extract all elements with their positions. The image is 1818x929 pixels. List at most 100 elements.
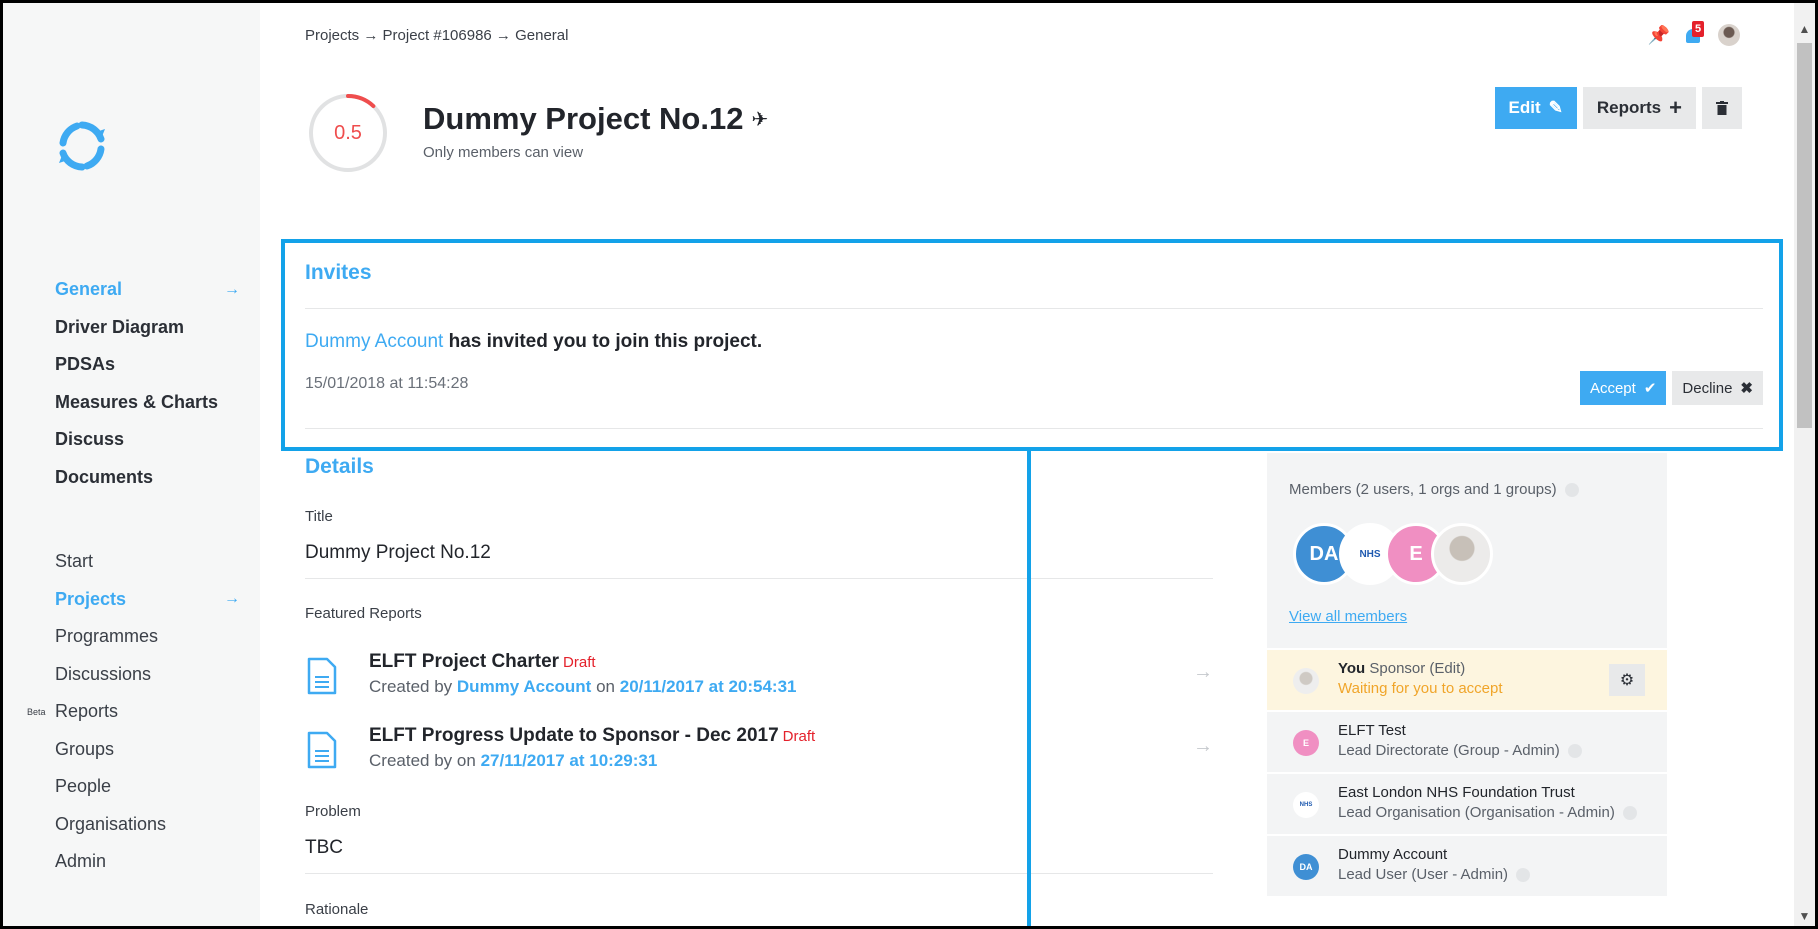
reports-button[interactable]: Reports + — [1582, 87, 1696, 129]
member-status: Waiting for you to accept — [1338, 680, 1503, 697]
member-name: Dummy Account — [1338, 846, 1448, 863]
sidebar-item-discuss[interactable]: Discuss — [55, 421, 240, 459]
scrollbar-thumb[interactable] — [1797, 43, 1812, 428]
title-value: Dummy Project No.12 — [305, 542, 491, 563]
sidebar-item-groups[interactable]: Groups — [55, 731, 240, 769]
delete-button[interactable] — [1702, 87, 1742, 129]
invite-date: 15/01/2018 at 11:54:28 — [305, 375, 469, 392]
reports-button-label: Reports — [1596, 98, 1662, 117]
report-item[interactable]: ELFT Progress Update to Sponsor - Dec 20… — [305, 725, 1213, 781]
close-icon: ✖ — [1740, 380, 1753, 397]
sidebar-item-reports[interactable]: Beta Reports — [27, 693, 240, 731]
sidebar-item-organisations[interactable]: Organisations — [55, 806, 240, 844]
sidebar-item-people[interactable]: People — [55, 768, 240, 806]
nhs-logo-text: NHS — [1359, 548, 1381, 560]
beta-badge: Beta — [27, 706, 46, 717]
members-header: Members (2 users, 1 orgs and 1 groups) — [1289, 481, 1579, 498]
sidebar-item-label: Programmes — [55, 626, 159, 647]
report-item[interactable]: ELFT Project Charter Draft Created by Dum… — [305, 651, 1213, 707]
sidebar-item-label: Organisations — [55, 813, 167, 834]
report-meta: Created by Dummy Account on 20/11/2017 a… — [369, 677, 797, 697]
user-avatar[interactable] — [1718, 24, 1740, 46]
report-title-text: ELFT Progress Update to Sponsor - Dec 20… — [369, 725, 779, 746]
rationale-label: Rationale — [305, 901, 369, 918]
featured-reports-label: Featured Reports — [305, 605, 422, 622]
nhs-logo-avatar: NHS — [1293, 792, 1319, 818]
accept-button[interactable]: Accept ✔ — [1579, 371, 1667, 405]
notifications-bell-icon[interactable]: 5 — [1684, 21, 1704, 47]
sidebar: General → Driver Diagram PDSAs Measures … — [3, 3, 260, 926]
on-text: on — [596, 677, 616, 696]
check-icon: ✔ — [1643, 380, 1657, 397]
sidebar-item-label: Groups — [55, 738, 115, 759]
scroll-down-icon[interactable]: ▼ — [1794, 906, 1815, 926]
invite-actions: Accept ✔ Decline ✖ — [1579, 371, 1763, 405]
edit-button[interactable]: Edit ✎ — [1494, 87, 1577, 129]
page-actions: Edit ✎ Reports + — [1494, 87, 1742, 129]
sidebar-item-projects[interactable]: Projects → — [55, 581, 240, 619]
breadcrumb[interactable]: Projects → Project #106986 → General — [305, 27, 568, 44]
report-date: 20/11/2017 at 20:54:31 — [619, 677, 797, 696]
members-summary: Members (2 users, 1 orgs and 1 groups) D… — [1267, 453, 1667, 648]
sidebar-item-general[interactable]: General → — [55, 271, 240, 309]
member-name-text: You — [1338, 660, 1366, 677]
sidebar-item-start[interactable]: Start — [55, 543, 240, 581]
page-title: Dummy Project No.12 ✈ — [423, 101, 768, 137]
project-title-text: Dummy Project No.12 — [423, 101, 744, 136]
view-all-members-link[interactable]: View all members — [1289, 608, 1407, 625]
invites-panel: Invites Dummy Account has invited you to… — [281, 239, 1783, 451]
report-title: ELFT Progress Update to Sponsor - Dec 20… — [369, 725, 815, 747]
document-icon — [307, 657, 337, 695]
sidebar-item-label: Projects — [55, 588, 127, 609]
member-role: Sponsor (Edit) — [1369, 660, 1466, 677]
sidebar-item-pdsas[interactable]: PDSAs — [55, 346, 240, 384]
divider — [305, 578, 1213, 579]
report-date: 27/11/2017 at 10:29:31 — [480, 751, 658, 770]
info-icon[interactable] — [1564, 482, 1579, 497]
sidebar-item-documents[interactable]: Documents — [55, 459, 240, 497]
invites-title: Invites — [305, 261, 372, 284]
sidebar-item-admin[interactable]: Admin — [55, 843, 240, 881]
sidebar-item-label: Discussions — [55, 663, 152, 684]
avatar: DA — [1293, 854, 1319, 880]
decline-button-label: Decline — [1682, 379, 1733, 397]
title-label: Title — [305, 508, 333, 525]
app-logo-icon[interactable] — [55, 119, 109, 173]
divider — [305, 873, 1213, 874]
avatar[interactable] — [1431, 523, 1493, 585]
draft-badge: Draft — [563, 654, 596, 671]
decline-button[interactable]: Decline ✖ — [1672, 371, 1763, 405]
member-row[interactable]: DA Dummy Account Lead User (User - Admin… — [1267, 836, 1667, 896]
info-icon[interactable] — [1567, 743, 1582, 758]
score-value: 0.5 — [334, 122, 362, 144]
member-row[interactable]: E ELFT Test Lead Directorate (Group - Ad… — [1267, 712, 1667, 772]
sidebar-item-measures-charts[interactable]: Measures & Charts — [55, 384, 240, 422]
app-window: General → Driver Diagram PDSAs Measures … — [0, 0, 1818, 929]
main-nav: Start Projects → Programmes Discussions … — [27, 543, 240, 881]
member-avatars: DA NHS E — [1293, 523, 1493, 585]
trash-icon — [1716, 101, 1728, 115]
info-icon[interactable] — [1622, 805, 1637, 820]
sidebar-item-discussions[interactable]: Discussions — [55, 656, 240, 694]
report-author-link[interactable]: Dummy Account — [457, 677, 591, 696]
sidebar-item-programmes[interactable]: Programmes — [55, 618, 240, 656]
inviter-link[interactable]: Dummy Account — [305, 331, 443, 352]
notification-count-badge: 5 — [1692, 21, 1704, 37]
arrow-right-icon: → — [1193, 735, 1213, 757]
scrollbar[interactable]: ▲ ▼ — [1794, 3, 1815, 926]
pin-icon[interactable]: 📌 — [1648, 25, 1670, 46]
sidebar-item-driver-diagram[interactable]: Driver Diagram — [55, 309, 240, 347]
member-row[interactable]: NHS East London NHS Foundation Trust Lea… — [1267, 774, 1667, 834]
member-role: Lead User (User - Admin) — [1338, 866, 1531, 883]
problem-value: TBC — [305, 837, 343, 858]
member-row[interactable]: You Sponsor (Edit) Waiting for you to ac… — [1267, 650, 1667, 710]
info-icon[interactable] — [1516, 867, 1531, 882]
sidebar-item-label: Driver Diagram — [55, 316, 185, 337]
arrow-right-icon: → — [224, 280, 240, 298]
scroll-up-icon[interactable]: ▲ — [1794, 19, 1815, 39]
member-role-text: Lead Organisation (Organisation - Admin) — [1338, 804, 1615, 821]
gear-icon[interactable]: ⚙ — [1609, 664, 1645, 696]
report-title-text: ELFT Project Charter — [369, 651, 560, 672]
pin-icon[interactable]: ✈ — [751, 107, 768, 132]
report-meta: Created by on 27/11/2017 at 10:29:31 — [369, 751, 657, 771]
